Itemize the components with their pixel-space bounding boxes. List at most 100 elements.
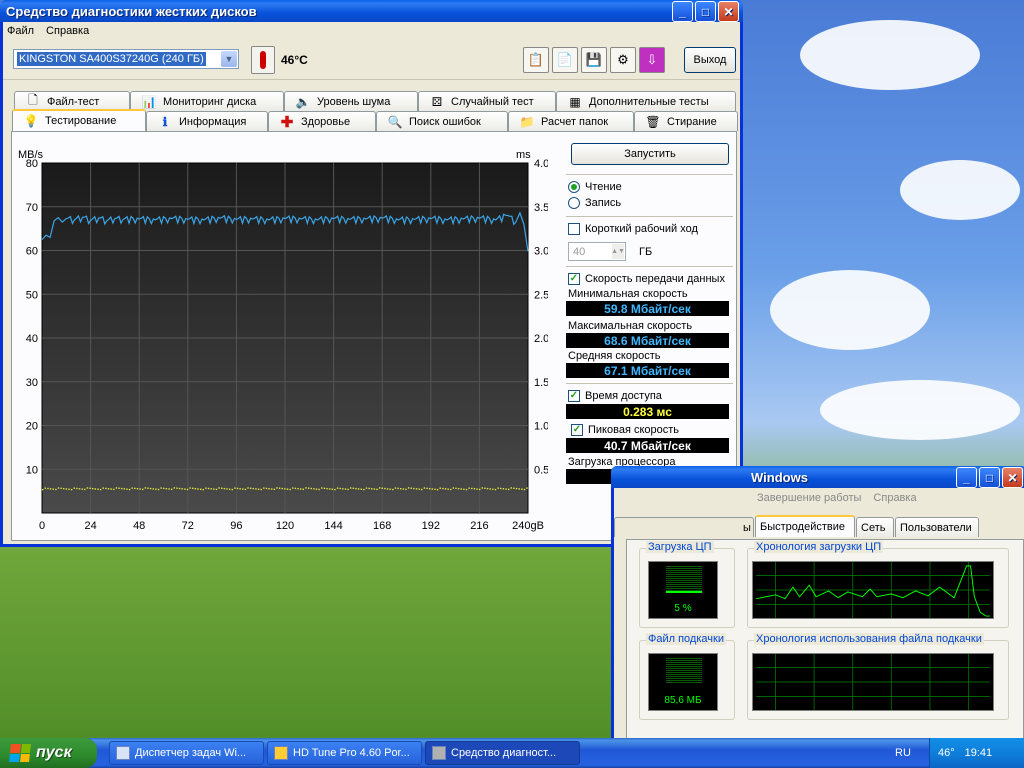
- access-time-point: [81, 488, 83, 490]
- access-time-point: [189, 487, 191, 489]
- start-label: пуск: [36, 744, 72, 761]
- download-icon[interactable]: ⇩: [639, 47, 665, 73]
- tab-random-access[interactable]: ⚄ Случайный тест: [418, 91, 556, 111]
- access-time-point: [381, 487, 383, 489]
- chart-x-tick-label: 72: [182, 520, 194, 532]
- access-time-point: [173, 487, 176, 489]
- short-stroke-size-input[interactable]: 40 ▲▼: [568, 242, 626, 261]
- mode-read-label: Чтение: [585, 181, 622, 193]
- menu-help[interactable]: Справка: [873, 492, 916, 504]
- taskbar-item-label: Средство диагност...: [451, 747, 557, 759]
- menu-help[interactable]: Справка: [46, 25, 89, 37]
- chart-y-left-tick-label: 70: [26, 202, 38, 214]
- clock[interactable]: 19:41: [965, 747, 993, 759]
- tab-processes[interactable]: ы: [614, 517, 754, 537]
- chart-y-right-tick-label: 2.00: [534, 333, 548, 345]
- taskbar-item-taskmanager[interactable]: Диспетчер задач Wi...: [109, 741, 264, 765]
- minimize-button[interactable]: _: [956, 467, 977, 488]
- access-time-point: [73, 487, 75, 489]
- access-time-point: [199, 488, 202, 490]
- menu-shutdown[interactable]: Завершение работы: [757, 492, 861, 504]
- tab-file-test[interactable]: 🗋 Файл-тест: [14, 91, 130, 111]
- chart-x-tick-label: 48: [133, 520, 145, 532]
- start-button[interactable]: Запустить: [571, 143, 729, 165]
- menu-file[interactable]: Файл: [7, 25, 34, 37]
- performance-panel: Загрузка ЦП 5 % Хронология загрузки ЦП Ф…: [626, 539, 1024, 739]
- copy-info-icon[interactable]: 📋: [523, 47, 549, 73]
- access-time-point: [152, 488, 154, 490]
- tab-performance[interactable]: Быстродействие: [755, 515, 855, 537]
- maximize-button[interactable]: □: [979, 467, 1000, 488]
- copy-screenshot-icon[interactable]: 📄: [552, 47, 578, 73]
- close-button[interactable]: ✕: [718, 1, 739, 22]
- access-time-point: [402, 488, 405, 490]
- tab-extra-tests[interactable]: ▦ Дополнительные тесты: [556, 91, 736, 111]
- transfer-rate-checkbox[interactable]: ✓: [568, 273, 580, 285]
- exit-button[interactable]: Выход: [684, 47, 736, 73]
- tab-label: Тестирование: [45, 115, 117, 127]
- access-time-point: [365, 487, 368, 489]
- chevron-down-icon[interactable]: ▼: [221, 51, 237, 67]
- task-manager-window: Windows _ □ ✕ Завершение работы Справка …: [611, 466, 1024, 742]
- short-stroke-checkbox[interactable]: [568, 223, 580, 235]
- access-time-point: [97, 488, 99, 490]
- cpu-usage-group-label: Загрузка ЦП: [646, 541, 714, 553]
- access-time-point: [513, 487, 515, 489]
- close-button[interactable]: ✕: [1002, 467, 1023, 488]
- access-time-point: [192, 487, 194, 490]
- mode-read-option[interactable]: Чтение: [568, 179, 733, 195]
- access-time-point: [163, 487, 165, 490]
- short-stroke-option[interactable]: Короткий рабочий ход: [568, 221, 733, 237]
- tab-users[interactable]: Пользователи: [895, 517, 979, 537]
- access-time-point: [155, 488, 157, 490]
- chart-x-tick-label: 144: [324, 520, 342, 532]
- tab-network[interactable]: Сеть: [856, 517, 894, 537]
- access-time-point: [484, 487, 486, 490]
- access-time-checkbox[interactable]: ✓: [568, 390, 580, 402]
- save-icon[interactable]: 💾: [581, 47, 607, 73]
- radio-write[interactable]: [568, 197, 580, 209]
- burst-rate-option[interactable]: ✓ Пиковая скорость: [571, 422, 733, 438]
- tab-info[interactable]: ℹ Информация: [146, 111, 268, 131]
- access-time-point: [60, 487, 62, 490]
- task-manager-titlebar[interactable]: Windows _ □ ✕: [611, 466, 1024, 488]
- drive-select[interactable]: KINGSTON SA400S37240G (240 ГБ) ▼: [13, 49, 239, 69]
- burst-rate-checkbox[interactable]: ✓: [571, 424, 583, 436]
- tab-error-scan[interactable]: 🔍 Поиск ошибок: [376, 111, 508, 131]
- chart-y-right-tick-label: 4.00: [534, 158, 548, 170]
- access-time-point: [176, 487, 178, 489]
- access-time-point: [392, 488, 394, 491]
- tab-erase[interactable]: 🗑 Стирание: [634, 111, 738, 131]
- start-button[interactable]: пуск: [0, 738, 97, 768]
- tab-disk-monitor[interactable]: 📊 Мониторинг диска: [130, 91, 284, 111]
- access-time-point: [357, 488, 360, 490]
- access-time-point: [447, 488, 449, 490]
- access-time-point: [405, 488, 407, 491]
- chart-x-tick-label: 168: [373, 520, 391, 532]
- access-time-label: Время доступа: [585, 390, 662, 402]
- transfer-rate-option[interactable]: ✓ Скорость передачи данных: [568, 271, 733, 287]
- tab-noise-level[interactable]: 🔈 Уровень шума: [284, 91, 418, 111]
- desktop-cloud: [820, 380, 1020, 440]
- access-time-point: [113, 488, 115, 491]
- radio-read[interactable]: [568, 181, 580, 193]
- hdtune-titlebar[interactable]: Средство диагностики жестких дисков _ □ …: [0, 0, 743, 22]
- tab-health[interactable]: ✚ Здоровье: [268, 111, 376, 131]
- access-time-option[interactable]: ✓ Время доступа: [568, 388, 733, 404]
- tab-folder-usage[interactable]: 📁 Расчет папок: [508, 111, 634, 131]
- mode-write-option[interactable]: Запись: [568, 195, 733, 211]
- taskbar-item-hdtune[interactable]: HD Tune Pro 4.60 Por...: [267, 741, 422, 765]
- access-time-point: [202, 488, 204, 491]
- minimize-button[interactable]: _: [672, 1, 693, 22]
- access-time-point: [376, 488, 378, 491]
- tab-benchmark[interactable]: 💡 Тестирование: [12, 109, 146, 131]
- spinner-arrows-icon[interactable]: ▲▼: [611, 244, 625, 259]
- access-time-point: [331, 488, 333, 490]
- maximize-button[interactable]: □: [695, 1, 716, 22]
- access-time-point: [136, 488, 139, 490]
- language-indicator[interactable]: RU: [895, 747, 911, 759]
- toolbar: KINGSTON SA400S37240G (240 ГБ) ▼ 46°C 📋 …: [3, 40, 740, 80]
- tray-temperature[interactable]: 46°: [938, 747, 955, 759]
- options-icon[interactable]: ⚙: [610, 47, 636, 73]
- taskbar-item-diagnostics[interactable]: Средство диагност...: [425, 741, 580, 765]
